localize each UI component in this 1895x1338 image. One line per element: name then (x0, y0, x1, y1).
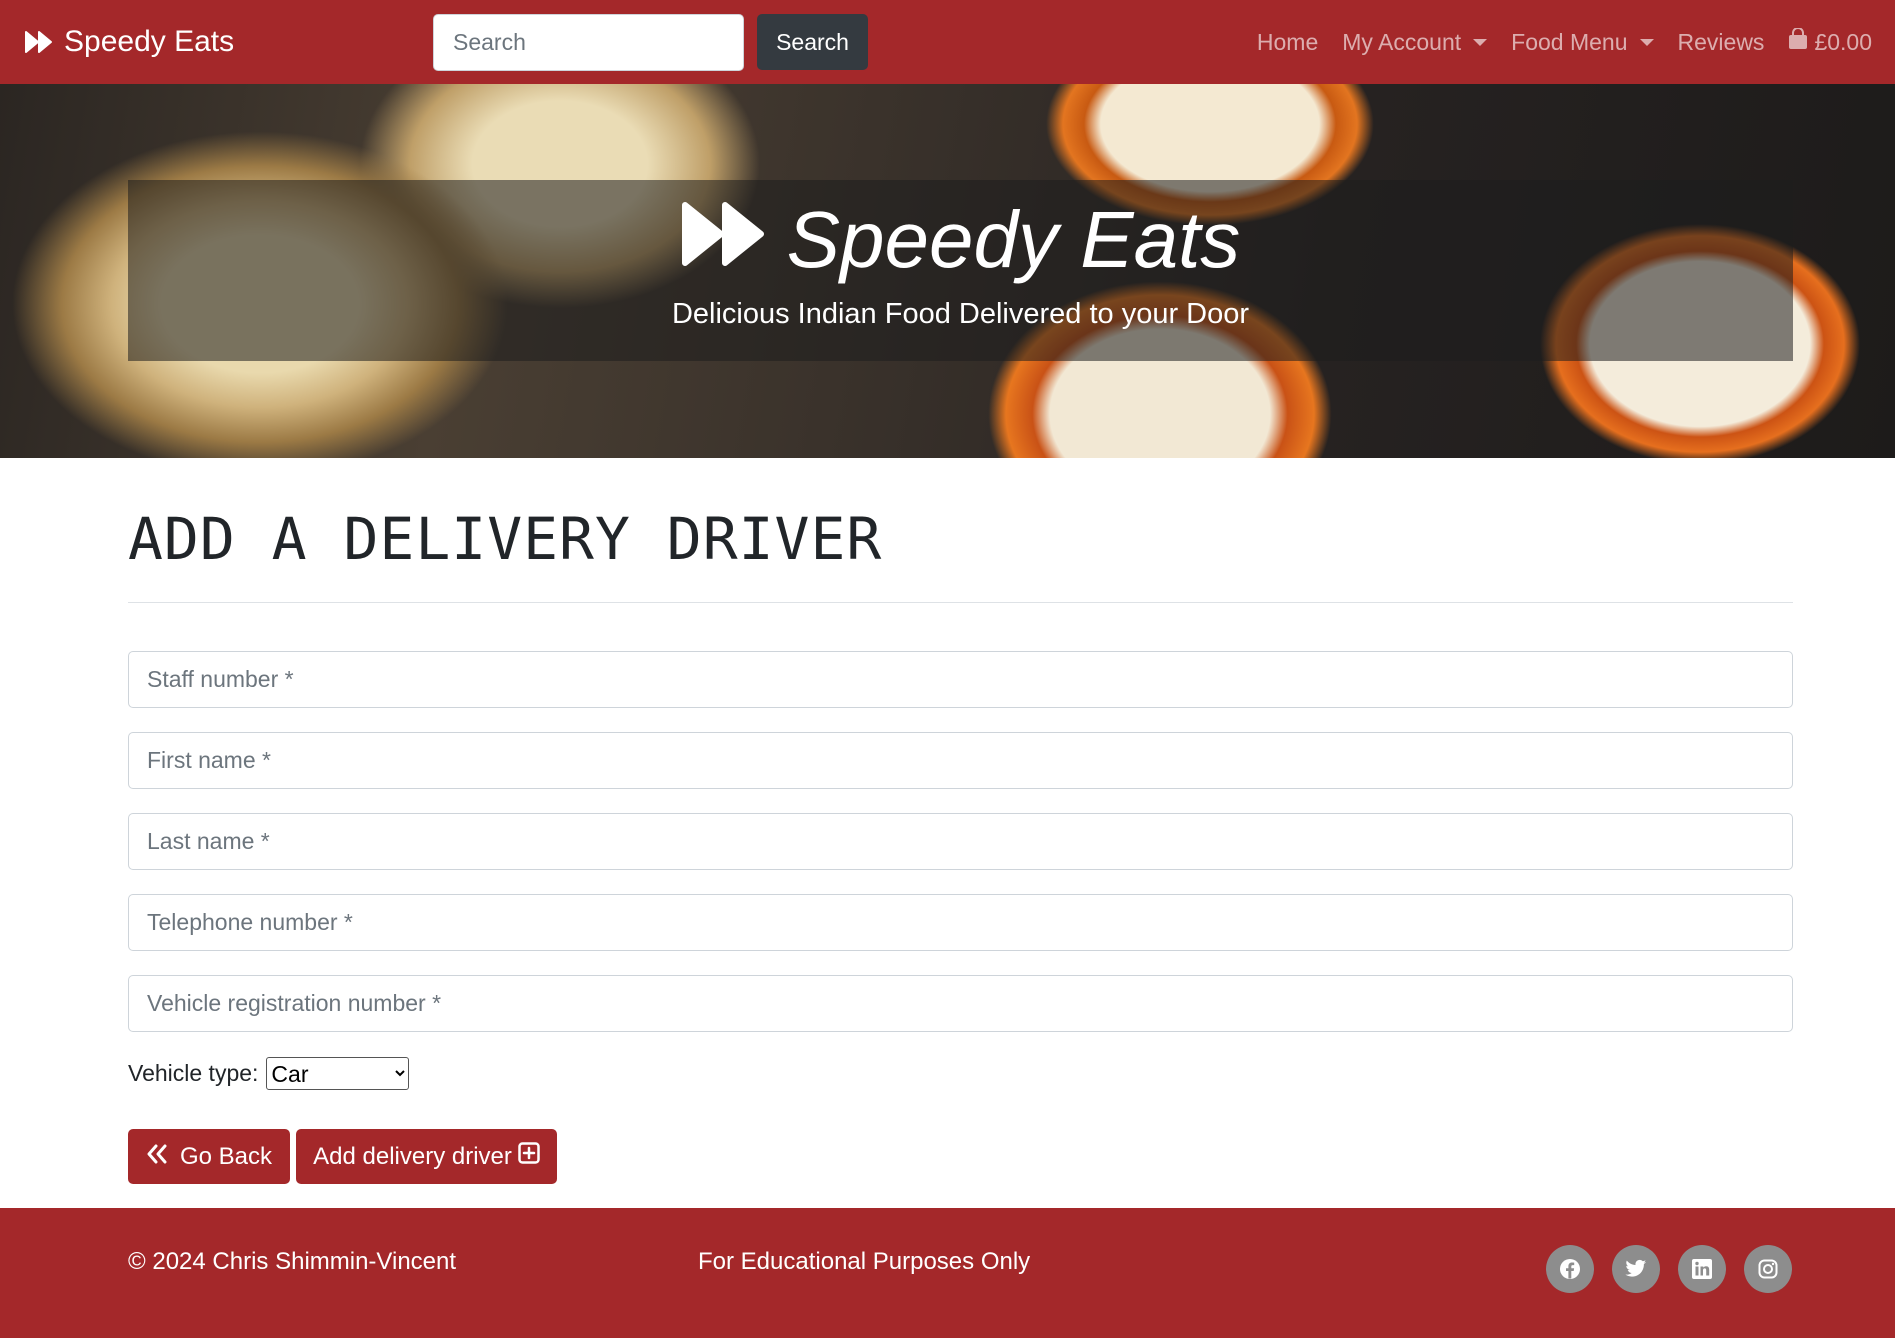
footer: © 2024 Chris Shimmin-Vincent For Educati… (0, 1208, 1895, 1338)
brand-name: Speedy Eats (64, 25, 235, 58)
copyright-text: © 2024 Chris Shimmin-Vincent (128, 1248, 457, 1275)
hero-overlay: Speedy Eats Delicious Indian Food Delive… (128, 180, 1793, 361)
vehicle-type-label: Vehicle type: (128, 1060, 259, 1086)
linkedin-icon[interactable] (1678, 1245, 1726, 1293)
vehicle-type-select[interactable]: Car (266, 1057, 410, 1090)
search-button[interactable]: Search (757, 14, 868, 70)
social-links (1546, 1245, 1792, 1293)
staff-number-field[interactable] (128, 651, 1793, 708)
hero-subtitle: Delicious Indian Food Delivered to your … (671, 298, 1250, 330)
brand-link[interactable]: Speedy Eats (24, 0, 234, 84)
fast-forward-icon (681, 194, 767, 286)
disclaimer-text: For Educational Purposes Only (698, 1248, 1031, 1275)
vehicle-type-row: Vehicle type: Car (128, 1057, 410, 1090)
telephone-field[interactable] (128, 894, 1793, 951)
double-chevron-left-icon (146, 1143, 168, 1171)
nav-my-account-label: My Account (1342, 28, 1462, 55)
nav-food-menu-label: Food Menu (1511, 28, 1628, 55)
first-name-field[interactable] (128, 732, 1793, 789)
vehicle-registration-field[interactable] (128, 975, 1793, 1032)
caret-down-icon (1639, 38, 1654, 46)
facebook-icon[interactable] (1546, 1245, 1594, 1293)
shopping-bag-icon (1788, 27, 1808, 56)
caret-down-icon (1473, 38, 1488, 46)
instagram-icon[interactable] (1744, 1245, 1792, 1293)
search-input[interactable] (433, 14, 744, 71)
hero-banner: Speedy Eats Delicious Indian Food Delive… (0, 84, 1895, 458)
plus-square-icon (518, 1142, 540, 1171)
last-name-field[interactable] (128, 813, 1793, 870)
fast-forward-icon (24, 30, 54, 54)
nav-my-account-dropdown[interactable]: My Account (1330, 29, 1499, 56)
nav-home[interactable]: Home (1245, 29, 1330, 56)
add-delivery-driver-label: Add delivery driver (313, 1142, 512, 1170)
hero-title: Speedy Eats (128, 194, 1793, 286)
divider (128, 602, 1793, 603)
basket-total: £0.00 (1814, 28, 1872, 55)
add-delivery-driver-button[interactable]: Add delivery driver (296, 1129, 557, 1184)
go-back-label: Go Back (179, 1142, 273, 1170)
nav-links: Home My Account Food Menu Reviews £0.00 (1245, 0, 1884, 84)
twitter-icon[interactable] (1612, 1245, 1660, 1293)
page-title: ADD A DELIVERY DRIVER (128, 505, 883, 573)
nav-reviews[interactable]: Reviews (1666, 29, 1777, 56)
go-back-button[interactable]: Go Back (128, 1129, 290, 1184)
nav-basket[interactable]: £0.00 (1776, 27, 1884, 56)
nav-food-menu-dropdown[interactable]: Food Menu (1499, 29, 1665, 56)
hero-title-text: Speedy Eats (786, 195, 1241, 284)
navbar: Speedy Eats Search Home My Account Food … (0, 0, 1895, 84)
